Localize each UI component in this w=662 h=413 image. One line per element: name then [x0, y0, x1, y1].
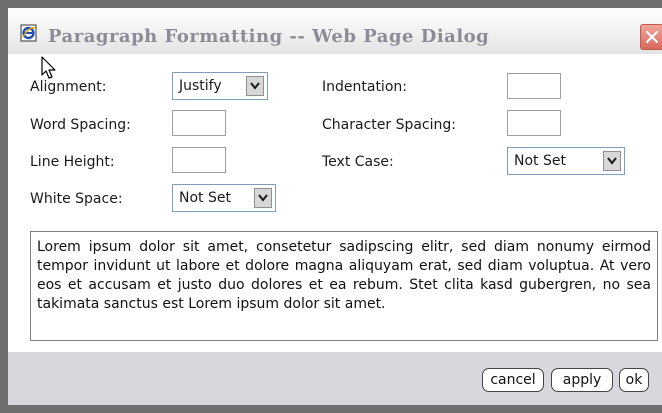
ie-icon — [20, 24, 38, 42]
character-spacing-input[interactable] — [507, 110, 561, 136]
dialog-title: Paragraph Formatting -- Web Page Dialog — [48, 26, 490, 47]
cancel-button[interactable]: cancel — [482, 368, 544, 392]
white-space-value: Not Set — [179, 190, 231, 206]
text-case-value: Not Set — [514, 153, 566, 169]
white-space-label: White Space: — [30, 191, 123, 207]
chevron-down-icon[interactable] — [254, 188, 272, 208]
white-space-select[interactable]: Not Set — [172, 184, 276, 212]
title-bar[interactable]: Paragraph Formatting -- Web Page Dialog — [8, 8, 662, 54]
text-case-label: Text Case: — [322, 154, 394, 170]
line-height-input[interactable] — [172, 147, 226, 173]
text-case-select[interactable]: Not Set — [507, 147, 625, 175]
word-spacing-input[interactable] — [172, 110, 226, 136]
dialog-footer: cancel apply ok — [8, 352, 662, 405]
apply-button[interactable]: apply — [551, 368, 613, 392]
close-icon — [645, 30, 659, 44]
character-spacing-label: Character Spacing: — [322, 117, 456, 133]
preview-text: Lorem ipsum dolor sit amet, consetetur s… — [30, 231, 658, 341]
alignment-select[interactable]: Justify — [172, 72, 268, 100]
line-height-label: Line Height: — [30, 154, 115, 170]
indentation-label: Indentation: — [322, 79, 407, 95]
alignment-value: Justify — [179, 78, 222, 94]
indentation-input[interactable] — [507, 73, 561, 99]
close-button[interactable] — [640, 24, 662, 50]
ok-button[interactable]: ok — [619, 368, 649, 392]
word-spacing-label: Word Spacing: — [30, 117, 131, 133]
chevron-down-icon[interactable] — [603, 151, 621, 171]
alignment-label: Alignment: — [30, 79, 107, 95]
mouse-cursor-icon — [41, 56, 56, 79]
chevron-down-icon[interactable] — [246, 76, 264, 96]
